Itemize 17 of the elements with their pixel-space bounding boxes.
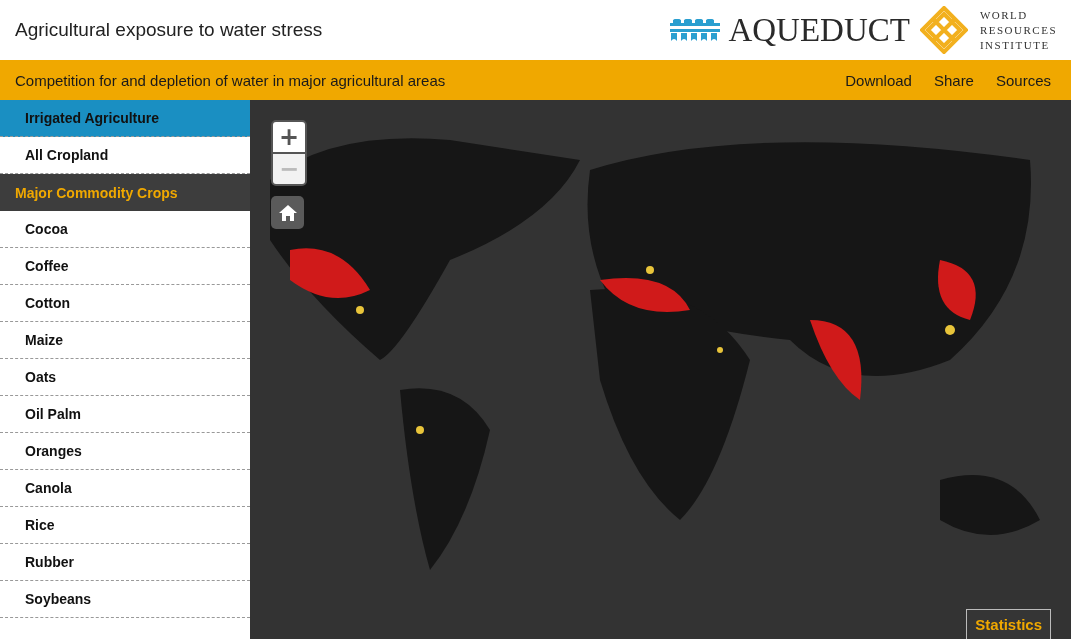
partner-logo-text: WORLD	[979, 7, 1029, 23]
page-title: Agricultural exposure to water stress	[15, 19, 323, 41]
section-heading: Major Commodity Crops	[0, 174, 250, 211]
aqueduct-logo-text: AQUEDUCT	[728, 11, 910, 49]
header-link[interactable]: Share	[933, 71, 974, 89]
partner-logo-text: RESOURCES	[979, 22, 1057, 38]
layer-menu-item[interactable]: Irrigated Agriculture	[0, 100, 250, 137]
page-subtitle: Competition for and depletion of water in major agricultural areas	[15, 71, 446, 89]
home-icon	[277, 202, 298, 223]
header-link[interactable]: Download	[845, 71, 912, 89]
partner-logo-text: INSTITUTE	[979, 37, 1051, 53]
home-button[interactable]	[271, 196, 304, 229]
header-link[interactable]: Sources	[995, 71, 1051, 89]
zoom-in-button[interactable]: +	[273, 122, 305, 152]
aqueduct-arches-icon	[670, 19, 721, 41]
woven-lattice-logo-icon	[919, 6, 968, 54]
statistics-button[interactable]: Statistics	[966, 609, 1051, 639]
